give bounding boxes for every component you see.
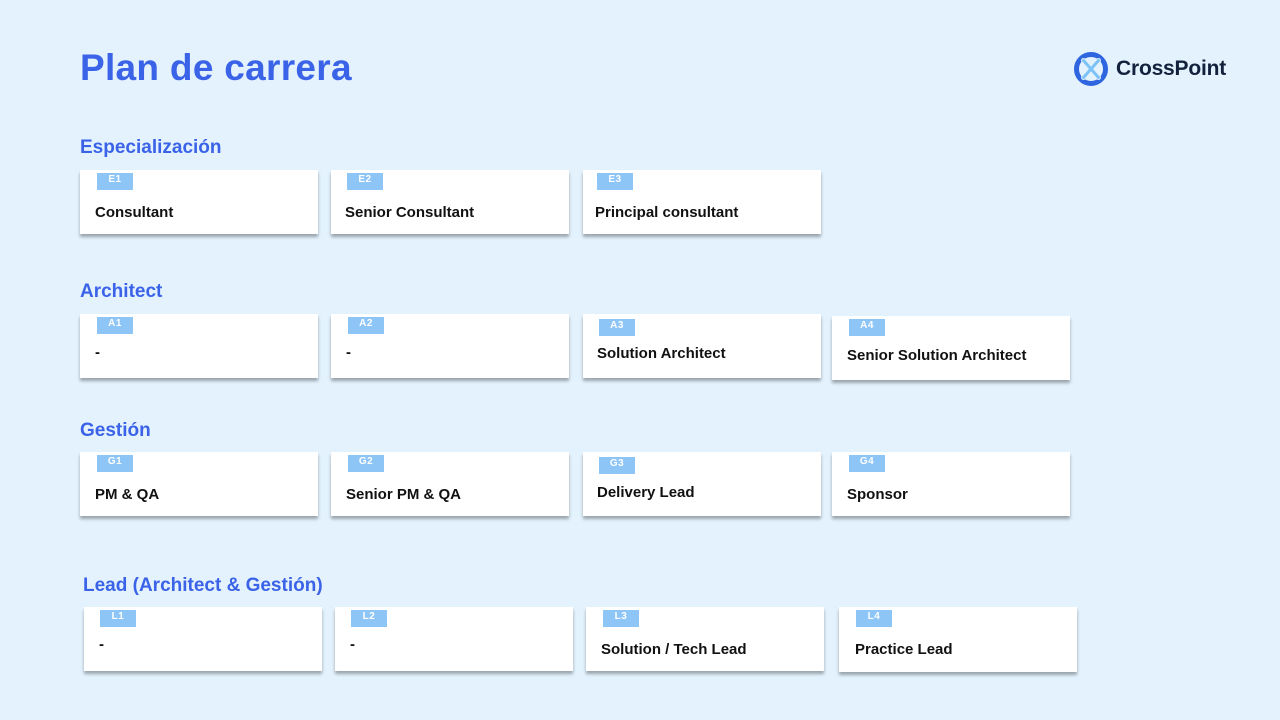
career-card-g2: G2 Senior PM & QA [331, 452, 569, 516]
level-badge: E1 [97, 173, 133, 190]
level-badge: G2 [348, 455, 384, 472]
career-card-g4: G4 Sponsor [832, 452, 1070, 516]
role-label: PM & QA [95, 486, 160, 503]
section-title-architect: Architect [80, 281, 163, 302]
role-label: Senior Solution Architect [847, 347, 1027, 364]
career-card-a2: A2 - [331, 314, 569, 378]
role-label: Senior PM & QA [346, 486, 462, 503]
career-card-a3: A3 Solution Architect [583, 314, 821, 378]
role-label: Consultant [95, 204, 174, 221]
section-title-gestion: Gestión [80, 420, 151, 441]
brand-name: CrossPoint [1116, 57, 1227, 80]
career-card-e3: E3 Principal consultant [583, 170, 821, 234]
role-label: - [350, 636, 355, 653]
level-badge: E3 [597, 173, 633, 190]
role-label: Practice Lead [855, 641, 953, 658]
level-badge: G1 [97, 455, 133, 472]
level-badge: A3 [599, 319, 635, 336]
section-title-especializacion: Especialización [80, 137, 222, 158]
career-card-a1: A1 - [80, 314, 318, 378]
section-title-lead: Lead (Architect & Gestión) [83, 575, 323, 596]
crosspoint-logo-icon [1074, 52, 1108, 86]
career-card-l1: L1 - [84, 607, 322, 671]
level-badge: L3 [603, 610, 639, 627]
career-card-l4: L4 Practice Lead [839, 607, 1077, 672]
role-label: Sponsor [847, 486, 908, 503]
level-badge: E2 [347, 173, 383, 190]
level-badge: G4 [849, 455, 885, 472]
level-badge: L4 [856, 610, 892, 627]
role-label: Principal consultant [595, 204, 739, 221]
career-card-g1: G1 PM & QA [80, 452, 318, 516]
level-badge: L2 [351, 610, 387, 627]
role-label: - [346, 344, 351, 361]
level-badge: G3 [599, 457, 635, 474]
career-card-l3: L3 Solution / Tech Lead [586, 607, 824, 671]
page-title: Plan de carrera [80, 47, 352, 88]
career-card-e1: E1 Consultant [80, 170, 318, 234]
brand-logo: CrossPoint [1073, 51, 1226, 87]
career-card-e2: E2 Senior Consultant [331, 170, 569, 234]
level-badge: L1 [100, 610, 136, 627]
level-badge: A2 [348, 317, 384, 334]
level-badge: A4 [849, 319, 885, 336]
role-label: Senior Consultant [345, 204, 475, 221]
career-card-g3: G3 Delivery Lead [583, 452, 821, 516]
career-card-l2: L2 - [335, 607, 573, 671]
role-label: Solution Architect [597, 345, 726, 362]
career-card-a4: A4 Senior Solution Architect [832, 316, 1070, 380]
role-label: - [99, 636, 104, 653]
level-badge: A1 [97, 317, 133, 334]
role-label: - [95, 344, 100, 361]
role-label: Delivery Lead [597, 484, 695, 501]
role-label: Solution / Tech Lead [601, 641, 747, 658]
